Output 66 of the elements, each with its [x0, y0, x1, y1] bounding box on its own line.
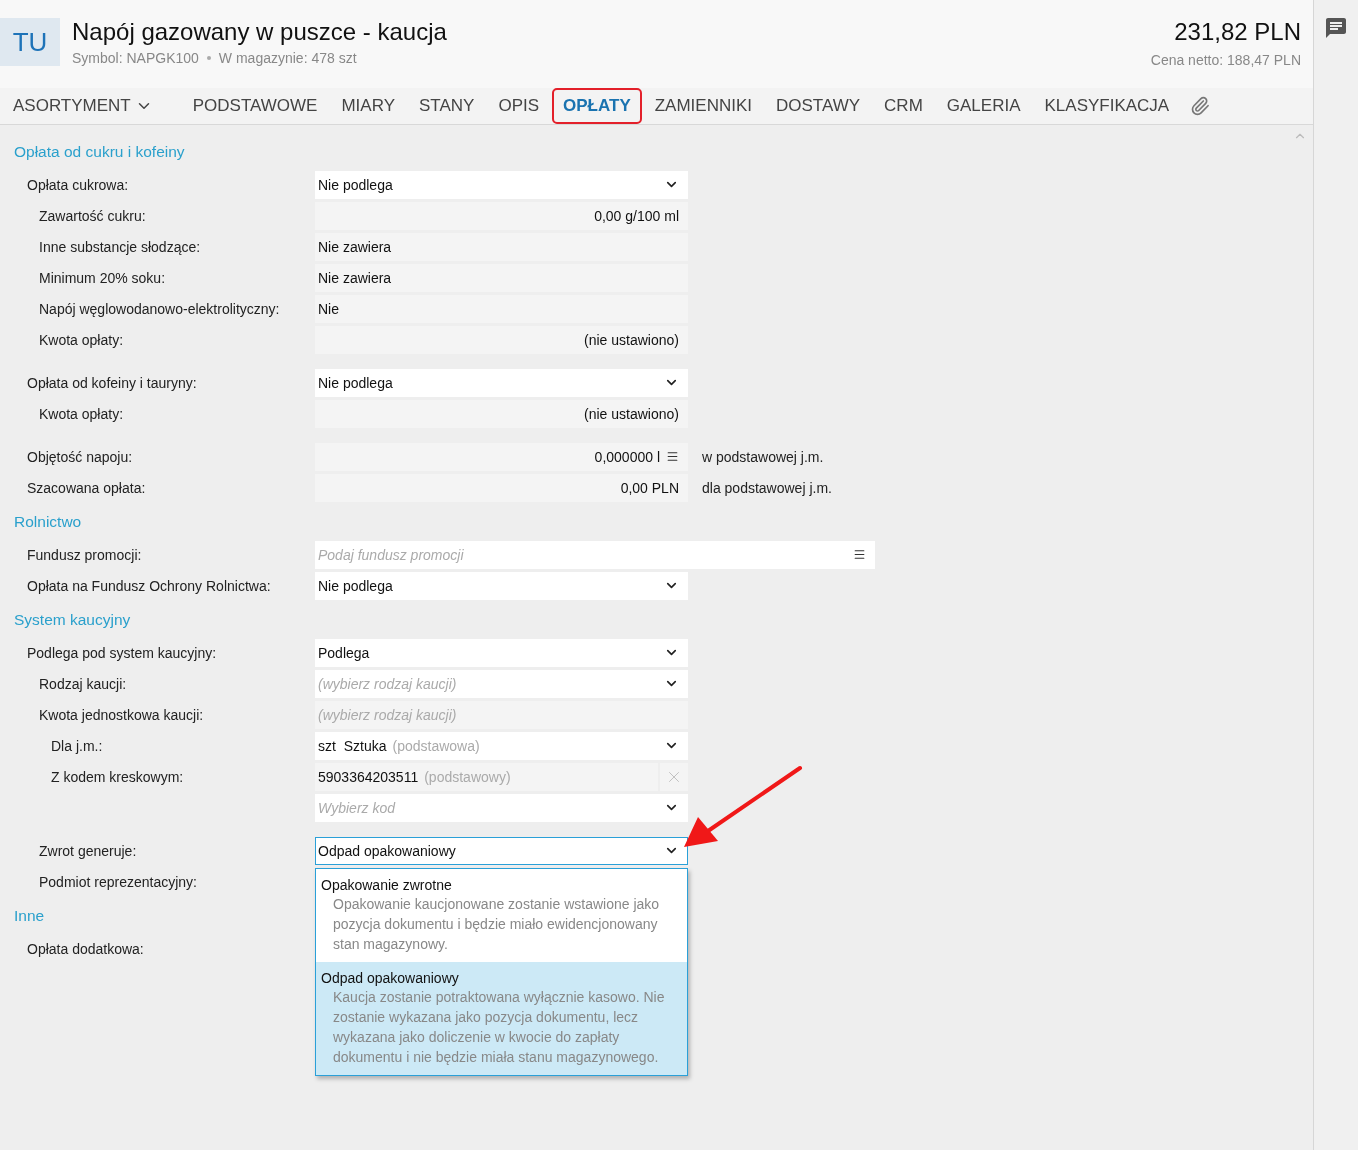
tab[interactable]: CRM	[873, 88, 934, 124]
readonly-field: 0,00 g/100 ml	[315, 201, 688, 230]
field-label: Kwota jednostkowa kaucji:	[39, 706, 204, 723]
section-title: System kaucyjny	[14, 611, 131, 629]
field-label: Napój węglowodanowo-elektrolityczny:	[39, 300, 280, 317]
readonly-field: (nie ustawiono)	[315, 325, 688, 354]
tab[interactable]: KLASYFIKACJA	[1033, 88, 1181, 124]
stock-text: W magazynie: 478 szt	[218, 50, 357, 66]
menu-icon[interactable]	[853, 548, 866, 561]
paperclip-icon	[1190, 96, 1211, 116]
unit-note: w podstawowej j.m.	[702, 448, 824, 465]
field-label: Opłata cukrowa:	[27, 176, 129, 193]
field-label: Opłata na Fundusz Ochrony Rolnictwa:	[27, 577, 271, 594]
tab[interactable]: OPIS	[487, 88, 551, 124]
bullet-dot-icon	[206, 56, 211, 60]
select-field[interactable]: Odpad opakowaniowy	[315, 836, 688, 865]
field-label: Szacowana opłata:	[27, 479, 146, 496]
net-price: Cena netto: 188,47 PLN	[1150, 52, 1301, 68]
field-label: Opłata dodatkowa:	[27, 940, 144, 957]
select-field[interactable]: szt Sztuka (podstawowa)	[315, 731, 688, 760]
field-label: Zwrot generuje:	[39, 842, 137, 859]
readonly-field: 0,000000 l	[315, 442, 688, 471]
product-title: Napój gazowany w puszce - kaucja	[72, 18, 448, 46]
readonly-field: (nie ustawiono)	[315, 399, 688, 428]
field-label: Rodzaj kaucji:	[39, 675, 127, 692]
select-field[interactable]: Nie podlega	[315, 571, 688, 600]
section-title: Opłata od cukru i kofeiny	[14, 143, 185, 161]
readonly-field: Nie zawiera	[315, 263, 688, 292]
tab[interactable]: DOSTAWY	[765, 88, 872, 124]
section-title: Rolnictwo	[14, 513, 82, 531]
gross-price: 231,82 PLN	[1174, 18, 1301, 46]
symbol-text: Symbol: NAPGK100	[72, 50, 199, 66]
select-field[interactable]: Podlega	[315, 638, 688, 667]
field-label: Dla j.m.:	[51, 737, 103, 754]
field-label: Kwota opłaty:	[39, 331, 124, 348]
tab[interactable]: ZAMIENNIKI	[643, 88, 763, 124]
field-label: Zawartość cukru:	[39, 207, 146, 224]
tab[interactable]: MIARY	[330, 88, 406, 124]
readonly-field: Nie	[315, 294, 688, 323]
tab[interactable]: OPŁATY	[552, 88, 642, 124]
dropdown-option[interactable]: Opakowanie zwrotne Opakowanie kaucjonowane zostanie wstawione jako pozycja dokumentu i będzie miało ewidencjonowany stan magazynowy.	[316, 868, 687, 962]
field-label: Z kodem kreskowym:	[51, 768, 184, 785]
readonly-field: (wybierz rodzaj kaucji)	[315, 700, 688, 729]
field-label: Minimum 20% soku:	[39, 269, 166, 286]
field-label: Fundusz promocji:	[27, 546, 142, 563]
tab[interactable]: PODSTAWOWE	[181, 88, 329, 124]
field-label: Objętość napoju:	[27, 448, 133, 465]
select-field[interactable]: Nie podlega	[315, 368, 688, 397]
readonly-field: 0,00 PLN	[315, 473, 688, 502]
section-title: Inne	[14, 907, 45, 925]
field-label: Podlega pod system kaucyjny:	[27, 644, 217, 661]
field-label: Podmiot reprezentacyjny:	[39, 873, 197, 890]
field-label: Inne substancje słodzące:	[39, 238, 201, 255]
tab[interactable]: STANY	[408, 88, 486, 124]
barcode-field: 5903364203511 (podstawowy)	[315, 762, 658, 791]
avatar-initials: TU	[0, 18, 60, 66]
menu-icon[interactable]	[666, 450, 679, 463]
readonly-field: Nie zawiera	[315, 232, 688, 261]
chat-icon[interactable]	[1324, 16, 1348, 40]
dropdown-option[interactable]: Odpad opakowaniowy Kaucja zostanie potraktowana wyłącznie kasowo. Nie zostanie wykazana jako pozycja dokumentu, lecz wykazana jako doliczenie w kwocie do zapłaty dokumentu i nie będzie miała stanu magazynowego.	[316, 961, 687, 1075]
tab[interactable]: ASORTYMENT	[2, 88, 164, 124]
unit-note: dla podstawowej j.m.	[702, 479, 832, 496]
field-label: Kwota opłaty:	[39, 405, 124, 422]
field-label: Opłata od kofeiny i tauryny:	[27, 374, 197, 391]
select-field[interactable]: Nie podlega	[315, 170, 688, 199]
tab[interactable]: GALERIA	[935, 88, 1032, 124]
